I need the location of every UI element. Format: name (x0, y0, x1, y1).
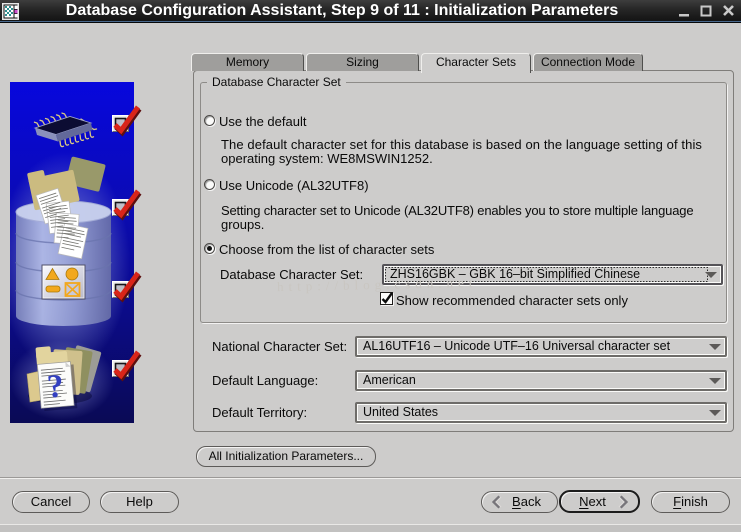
svg-text:?: ? (46, 368, 66, 405)
